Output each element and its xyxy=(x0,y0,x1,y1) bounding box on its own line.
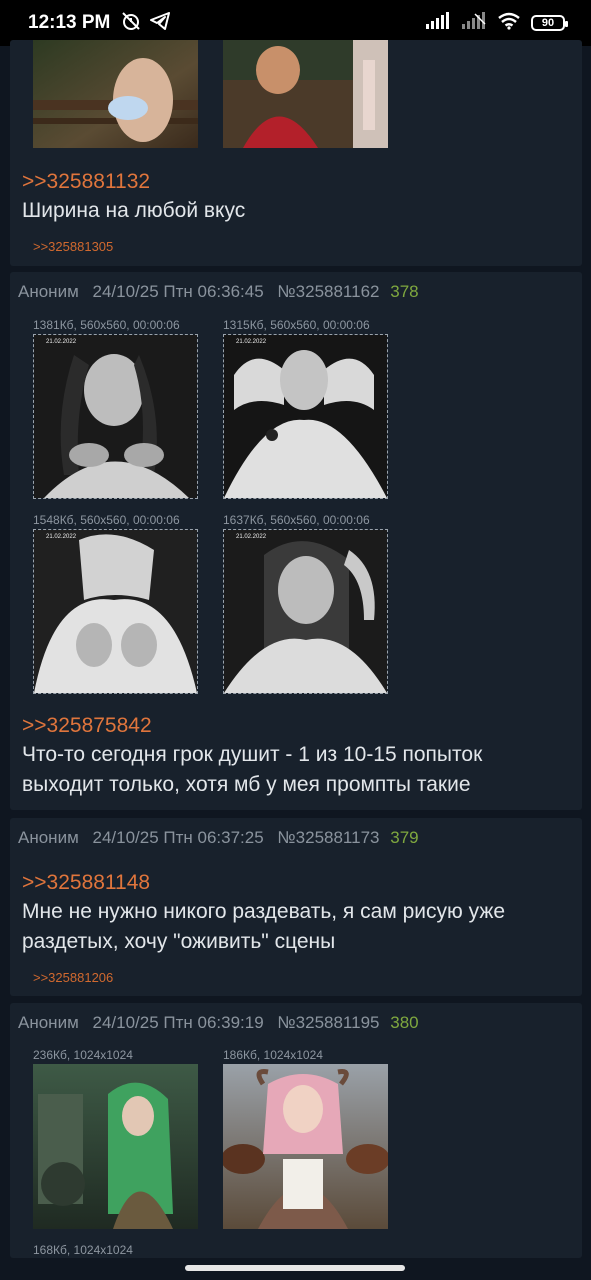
file-meta: 1381Кб, 560x560, 00:00:06 xyxy=(33,318,180,332)
post-header: Аноним 24/10/25 Птн 06:37:25 №325881173 … xyxy=(18,828,419,848)
video-thumbnail[interactable]: 21.02.2022 xyxy=(33,529,198,694)
file-meta: 1637Кб, 560x560, 00:00:06 xyxy=(223,513,370,527)
file-meta: 1548Кб, 560x560, 00:00:06 xyxy=(33,513,180,527)
post-date: 24/10/25 Птн 06:37:25 xyxy=(92,828,264,847)
post-thumbnail[interactable] xyxy=(223,40,388,148)
post-author: Аноним xyxy=(18,282,79,301)
status-time: 12:13 PM xyxy=(28,12,111,33)
image-date-stamp: 21.02.2022 xyxy=(46,339,77,345)
post-text-line: Мне не нужно никого раздевать, я сам рис… xyxy=(22,900,506,923)
reply-link[interactable]: >>325881305 xyxy=(33,239,113,254)
reply-quote-link[interactable]: >>325881132 xyxy=(22,170,150,194)
telegram-icon xyxy=(150,11,171,35)
image-thumbnail[interactable] xyxy=(33,1064,198,1229)
file-meta: 168Кб, 1024x1024 xyxy=(33,1243,133,1257)
post-header: Аноним 24/10/25 Птн 06:36:45 №325881162 … xyxy=(18,282,419,302)
video-thumbnail[interactable]: 21.02.2022 xyxy=(223,334,388,499)
wifi-icon xyxy=(497,12,521,35)
post-author: Аноним xyxy=(18,828,79,847)
post-index-count: 380 xyxy=(390,1013,419,1032)
post-number[interactable]: №325881173 xyxy=(277,828,379,847)
post-text: Ширина на любой вкус xyxy=(22,199,246,222)
file-meta: 1315Кб, 560x560, 00:00:06 xyxy=(223,318,370,332)
post-thumbnail[interactable] xyxy=(33,40,198,148)
reply-link[interactable]: >>325881206 xyxy=(33,970,113,985)
battery-icon: 90 xyxy=(531,15,568,31)
post-text-line: раздетых, хочу "оживить" сцены xyxy=(22,930,336,953)
image-date-stamp: 21.02.2022 xyxy=(236,534,267,540)
post-text-line: Что-то сегодня грок душит - 1 из 10-15 п… xyxy=(22,743,483,766)
post-1: Аноним 24/10/25 Птн 06:36:45 №325881162 … xyxy=(10,272,582,810)
image-date-stamp: 21.02.2022 xyxy=(46,534,77,540)
signal-icon xyxy=(425,11,451,35)
post-date: 24/10/25 Птн 06:39:19 xyxy=(92,1013,264,1032)
post-2: Аноним 24/10/25 Птн 06:37:25 №325881173 … xyxy=(10,818,582,996)
gesture-nav-pill[interactable] xyxy=(185,1265,405,1271)
reply-quote-link[interactable]: >>325881148 xyxy=(22,871,150,895)
post-0: >>325881132 Ширина на любой вкус >>32588… xyxy=(10,40,582,266)
signal-icon-2 xyxy=(461,11,487,35)
post-index-count: 378 xyxy=(390,282,419,301)
post-number[interactable]: №325881195 xyxy=(277,1013,379,1032)
image-thumbnail[interactable] xyxy=(223,1064,388,1229)
file-meta: 236Кб, 1024x1024 xyxy=(33,1048,133,1062)
post-index-count: 379 xyxy=(390,828,419,847)
file-meta: 186Кб, 1024x1024 xyxy=(223,1048,323,1062)
post-3: Аноним 24/10/25 Птн 06:39:19 №325881195 … xyxy=(10,1003,582,1258)
post-author: Аноним xyxy=(18,1013,79,1032)
post-number[interactable]: №325881162 xyxy=(277,282,379,301)
post-date: 24/10/25 Птн 06:36:45 xyxy=(92,282,264,301)
video-thumbnail[interactable]: 21.02.2022 xyxy=(223,529,388,694)
post-header: Аноним 24/10/25 Птн 06:39:19 №325881195 … xyxy=(18,1013,419,1033)
post-text-line: выходит только, хотя мб у мея промпты та… xyxy=(22,773,471,796)
alarm-off-icon xyxy=(120,11,142,36)
video-thumbnail[interactable]: 21.02.2022 xyxy=(33,334,198,499)
reply-quote-link[interactable]: >>325875842 xyxy=(22,714,152,738)
image-date-stamp: 21.02.2022 xyxy=(236,339,267,345)
